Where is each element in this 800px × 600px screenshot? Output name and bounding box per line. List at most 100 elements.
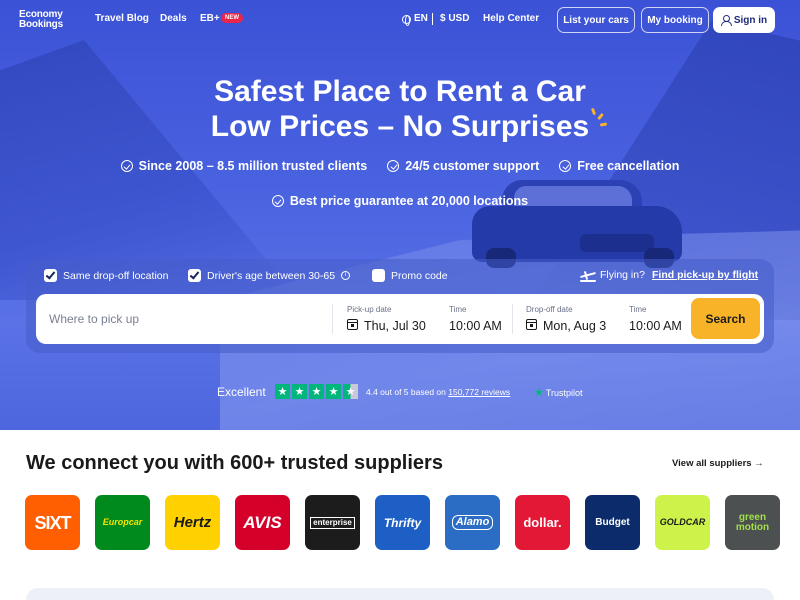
supplier-name: green motion [735, 511, 770, 533]
next-section-card [26, 588, 774, 600]
view-all-suppliers-link[interactable]: View all suppliers → [672, 458, 764, 469]
budget-logo[interactable]: Budget [585, 495, 640, 550]
benefit-text: 24/5 customer support [405, 159, 540, 173]
deals-link[interactable]: Deals [160, 13, 187, 24]
supplier-name: enterprise [310, 516, 355, 529]
supplier-name: SIXT [34, 512, 71, 533]
top-nav: Economy Bookings Travel Blog Deals EB+ N… [0, 0, 800, 40]
plane-icon [580, 270, 596, 282]
headline-line-1: Safest Place to Rent a Car [214, 75, 586, 108]
check-circle-icon [387, 160, 400, 172]
dropoff-time-field[interactable]: 10:00 AM [629, 319, 682, 333]
my-booking-button[interactable]: My booking [641, 7, 709, 33]
list-your-cars-button[interactable]: List your cars [557, 7, 635, 33]
suppliers-heading: We connect you with 600+ trusted supplie… [26, 452, 443, 474]
driver-age-checkbox[interactable] [188, 269, 201, 282]
supplier-logos: SIXT Europcar Hertz AVIS enterprise Thri… [25, 495, 780, 550]
globe-icon [402, 15, 411, 26]
star-icon: ★ [309, 384, 324, 399]
pickup-time-field[interactable]: 10:00 AM [449, 319, 502, 333]
sign-in-button[interactable]: Sign in [713, 7, 775, 33]
trustpilot-summary: 4.4 out of 5 based on 150,772 reviews [366, 387, 510, 397]
find-by-flight-link[interactable]: Find pick-up by flight [652, 269, 758, 281]
field-divider [512, 304, 513, 334]
enterprise-logo[interactable]: enterprise [305, 495, 360, 550]
benefits-row-1: Since 2008 – 8.5 million trusted clients… [0, 159, 800, 173]
field-divider [332, 304, 333, 334]
half-star-icon: ★ [343, 384, 358, 399]
search-button[interactable]: Search [691, 298, 760, 339]
benefit-item: Best price guarantee at 20,000 locations [271, 194, 529, 208]
check-circle-icon [120, 160, 133, 172]
hero-banner [0, 0, 800, 430]
alamo-logo[interactable]: Alamo [445, 495, 500, 550]
check-circle-icon [559, 160, 572, 172]
trustpilot-summary-text: 4.4 out of 5 based on [366, 387, 446, 397]
promo-code-option[interactable]: Promo code [372, 269, 448, 282]
calendar-icon [526, 319, 537, 330]
benefit-item: Free cancellation [559, 159, 679, 173]
pickup-date-field[interactable]: Thu, Jul 30 [364, 319, 426, 333]
green-motion-logo[interactable]: green motion [725, 495, 780, 550]
calendar-icon [347, 319, 358, 330]
sign-in-label: Sign in [733, 14, 768, 26]
promo-code-checkbox[interactable] [372, 269, 385, 282]
supplier-name: Budget [595, 516, 630, 528]
supplier-name: Europcar [102, 517, 143, 527]
logo-line-2: Bookings [19, 19, 63, 30]
currency-selector[interactable]: $ USD [440, 13, 469, 24]
benefits-row-2: Best price guarantee at 20,000 locations [0, 194, 800, 208]
supplier-name: Alamo [451, 515, 494, 530]
supplier-name: Thrifty [383, 515, 422, 530]
trustpilot-logo[interactable]: ★ Trustpilot [534, 386, 583, 399]
trustpilot-reviews-link[interactable]: 150,772 reviews [448, 387, 510, 397]
help-center-link[interactable]: Help Center [483, 13, 539, 24]
driver-age-label: Driver's age between 30-65 [207, 269, 336, 282]
dropoff-time-label: Time [629, 305, 647, 314]
thrifty-logo[interactable]: Thrifty [375, 495, 430, 550]
check-circle-icon [271, 195, 284, 207]
trustpilot-rating-word: Excellent [217, 385, 266, 399]
benefit-text: Free cancellation [577, 159, 680, 173]
benefit-text: Since 2008 – 8.5 million trusted clients [138, 159, 368, 173]
promo-code-label: Promo code [391, 269, 448, 282]
goldcar-logo[interactable]: GOLDCAR [655, 495, 710, 550]
same-dropoff-label: Same drop-off location [63, 269, 169, 282]
dropoff-date-label: Drop-off date [526, 305, 573, 314]
travel-blog-link[interactable]: Travel Blog [95, 13, 149, 24]
dollar-logo[interactable]: dollar. [515, 495, 570, 550]
star-icon: ★ [275, 384, 290, 399]
language-selector[interactable]: EN [414, 13, 428, 24]
pickup-location-input[interactable]: Where to pick up [49, 312, 139, 326]
flying-in-label: Flying in? [600, 269, 645, 281]
sparkle-icon [590, 107, 608, 128]
car-image [472, 178, 682, 268]
star-icon: ★ [326, 384, 341, 399]
headline-line-2: Low Prices – No Surprises [210, 110, 590, 143]
star-icon: ★ [292, 384, 307, 399]
new-badge: NEW [221, 13, 243, 23]
benefit-item: 24/5 customer support [387, 159, 539, 173]
benefit-text: Best price guarantee at 20,000 locations [289, 194, 529, 208]
supplier-name: GOLDCAR [659, 517, 706, 527]
info-icon[interactable]: i [341, 271, 351, 280]
lang-currency-divider [432, 13, 433, 25]
user-icon [720, 15, 732, 26]
dropoff-date-field[interactable]: Mon, Aug 3 [543, 319, 606, 333]
same-dropoff-option[interactable]: Same drop-off location [44, 269, 168, 282]
economy-bookings-logo[interactable]: Economy Bookings [19, 10, 71, 30]
trustpilot-brand: Trustpilot [545, 387, 583, 398]
avis-logo[interactable]: AVIS [235, 495, 290, 550]
benefit-item: Since 2008 – 8.5 million trusted clients [120, 159, 368, 173]
hertz-logo[interactable]: Hertz [165, 495, 220, 550]
europcar-logo[interactable]: Europcar [95, 495, 150, 550]
supplier-name: dollar. [523, 515, 562, 530]
driver-age-option[interactable]: Driver's age between 30-65 i [188, 269, 351, 282]
same-dropoff-checkbox[interactable] [44, 269, 57, 282]
supplier-name: Hertz [173, 514, 212, 531]
hero-headline: Safest Place to Rent a Car Low Prices – … [0, 74, 800, 144]
trustpilot-star-icon: ★ [534, 387, 544, 399]
supplier-name: AVIS [243, 513, 282, 532]
eb-plus-link[interactable]: EB+ [200, 13, 220, 24]
sixt-logo[interactable]: SIXT [25, 495, 80, 550]
